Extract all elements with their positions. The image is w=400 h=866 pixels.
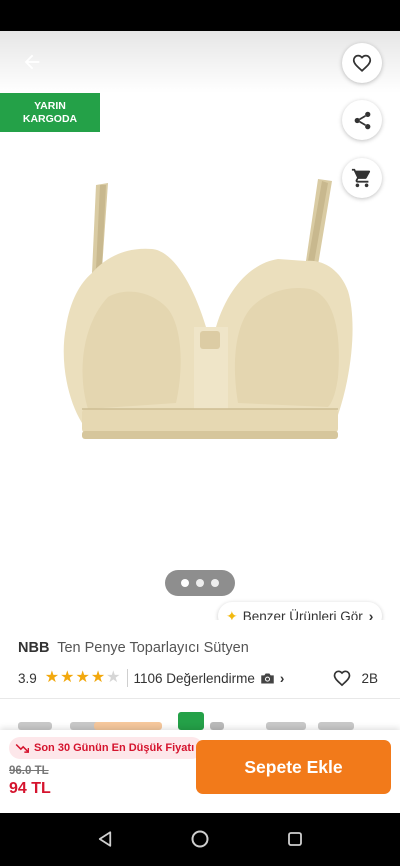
favorite-button[interactable] [342, 43, 382, 83]
star-filled-icon: ★ [90, 669, 106, 686]
likes-button[interactable]: 2B [332, 668, 378, 688]
share-icon [354, 111, 370, 129]
star-filled-icon: ★ [60, 669, 75, 686]
rating-row: 3.9 ★ ★ ★ ★ ★ 1106 Değerlendirme › 2B [18, 668, 382, 688]
bottom-purchase-bar: Son 30 Günün En Düşük Fiyatı 96.0 TL 94 … [0, 730, 400, 813]
status-bar [0, 0, 400, 31]
star-filled-icon: ★ [75, 669, 90, 686]
product-brand[interactable]: NBB [18, 640, 49, 656]
arrow-left-icon [24, 54, 40, 70]
triangle-back-icon [98, 831, 112, 847]
likes-count: 2B [361, 670, 378, 686]
share-button[interactable] [342, 100, 382, 140]
cargo-badge-line2: KARGODA [22, 113, 78, 125]
rating-value: 3.9 [18, 670, 37, 686]
lowest-price-label: Son 30 Günün En Düşük Fiyatı [34, 742, 195, 754]
cargo-badge-line1: YARIN [34, 100, 66, 112]
reviews-count: 1106 Değerlendirme [133, 670, 255, 686]
product-image [63, 179, 353, 439]
heart-outline-icon [352, 54, 372, 72]
square-recents-icon [288, 832, 302, 846]
system-nav-bar [0, 813, 400, 866]
product-gallery[interactable]: YARIN KARGODA ✦ Benzer Ürünleri Gör › [0, 31, 400, 620]
gallery-top-shade [0, 31, 400, 93]
trending-down-icon [15, 743, 29, 753]
camera-icon [261, 673, 274, 683]
circle-home-icon [191, 830, 209, 848]
star-empty-icon: ★ [106, 669, 121, 686]
next-day-cargo-badge: YARIN KARGODA [0, 93, 100, 132]
nav-recents-button[interactable] [283, 827, 307, 851]
product-name: Ten Penye Toparlayıcı Sütyen [57, 640, 249, 656]
product-title: NBB Ten Penye Toparlayıcı Sütyen [18, 640, 249, 656]
similar-products-button[interactable]: ✦ Benzer Ürünleri Gör › [218, 602, 382, 620]
pager-dot-3 [211, 579, 219, 587]
similar-products-label: Benzer Ürünleri Gör [242, 608, 363, 621]
add-to-cart-button[interactable]: Sepete Ekle [196, 740, 391, 794]
star-filled-icon: ★ [44, 669, 60, 686]
chevron-right-icon: › [279, 670, 285, 686]
divider [0, 698, 400, 699]
lowest-price-badge: Son 30 Günün En Düşük Fiyatı [9, 737, 204, 759]
reviews-link[interactable]: 1106 Değerlendirme › [134, 671, 285, 686]
nav-back-button[interactable] [93, 827, 117, 851]
rating-separator [126, 669, 128, 687]
gallery-pager[interactable] [165, 570, 235, 596]
old-price: 96.0 TL [9, 765, 49, 777]
back-button[interactable] [14, 47, 50, 77]
product-info: NBB Ten Penye Toparlayıcı Sütyen 3.9 ★ ★… [0, 620, 400, 730]
seller-strip-partial [18, 712, 388, 730]
pager-dot-1 [181, 579, 189, 587]
rating-stars: ★ ★ ★ ★ ★ [45, 670, 121, 686]
chevron-right-icon: › [368, 608, 374, 620]
sparkle-icon: ✦ [226, 607, 238, 621]
pager-dot-2 [196, 579, 204, 587]
heart-outline-icon [334, 670, 351, 687]
nav-home-button[interactable] [188, 827, 212, 851]
current-price: 94 TL [9, 780, 51, 797]
